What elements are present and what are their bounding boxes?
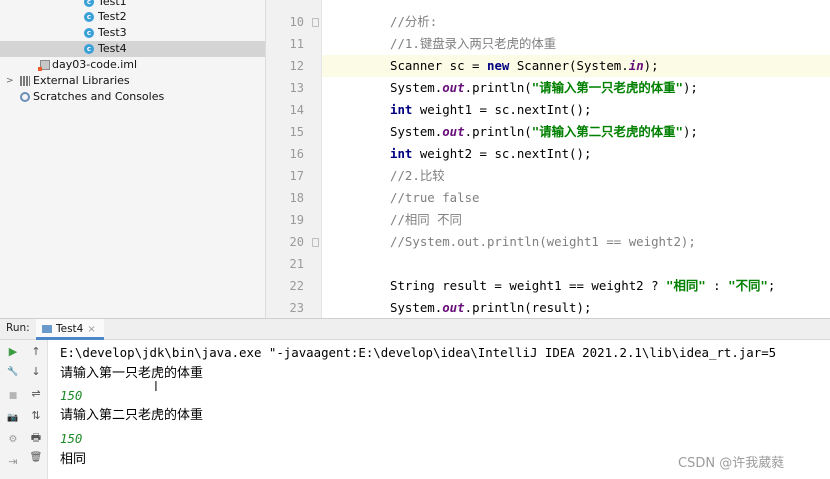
- module-file-icon: [38, 60, 50, 71]
- library-icon: [20, 76, 30, 86]
- run-toolbar: ▶ ↑ 🔧 ↓ ■ ⇌ 📷 ⇅ ⚙ 🖶 ⇥ 🗑: [0, 340, 48, 479]
- console-line-input-1: 150: [60, 388, 83, 403]
- console-line-input-2: 150: [60, 431, 83, 446]
- fold-marker-icon[interactable]: [312, 18, 319, 27]
- comment: //2.比较: [390, 168, 445, 183]
- code-text: String result = weight1 == weight2 ? "相同…: [390, 278, 776, 293]
- scratches-icon: [20, 92, 30, 102]
- comment: //1.键盘录入两只老虎的体重: [390, 36, 557, 51]
- code-line-19[interactable]: //相同 不同: [322, 209, 830, 231]
- tree-item-label: Scratches and Consoles: [33, 90, 165, 103]
- line-number: 20: [289, 235, 304, 249]
- line-number: 23: [289, 301, 304, 315]
- code-text: System.out.println(result);: [390, 300, 592, 315]
- line-number: 12: [289, 59, 304, 73]
- tree-item-iml[interactable]: day03-code.iml: [0, 57, 265, 73]
- comment: //true false: [390, 190, 480, 205]
- settings-icon[interactable]: ⚙: [5, 432, 21, 448]
- tree-item-label: Test4: [98, 42, 127, 55]
- wrench-icon[interactable]: 🔧: [5, 364, 21, 380]
- code-text: int weight1 = sc.nextInt();: [390, 102, 592, 117]
- tree-item-scratches[interactable]: Scratches and Consoles: [0, 89, 265, 105]
- line-number: 10: [289, 15, 304, 29]
- code-line-16[interactable]: int weight2 = sc.nextInt();: [322, 143, 830, 165]
- soft-wrap-icon[interactable]: ⇌: [28, 386, 44, 402]
- code-line-17[interactable]: //2.比较: [322, 165, 830, 187]
- console-line-command: E:\develop\jdk\bin\java.exe "-javaagent:…: [60, 345, 777, 360]
- line-number: 21: [289, 257, 304, 271]
- code-editor[interactable]: 10 11 12 13 14 15 16 17 18 19 20 21 22 2…: [266, 0, 830, 318]
- down-arrow-icon[interactable]: ↓: [28, 364, 44, 380]
- project-tree-panel: Test1 Test2 Test3 Test4 day03-code.iml >…: [0, 0, 266, 318]
- tree-item-label: Test3: [98, 26, 127, 39]
- code-line-15[interactable]: System.out.println("请输入第二只老虎的体重");: [322, 121, 830, 143]
- code-text: int weight2 = sc.nextInt();: [390, 146, 592, 161]
- comment: //相同 不同: [390, 212, 462, 227]
- java-class-icon: [84, 28, 94, 38]
- code-line-10[interactable]: //分析:: [322, 11, 830, 33]
- line-number: 13: [289, 81, 304, 95]
- run-config-icon: [42, 325, 52, 333]
- console-line-prompt-1: 请输入第一只老虎的体重: [60, 366, 204, 381]
- print-icon[interactable]: 🖶: [28, 430, 44, 446]
- camera-icon[interactable]: 📷: [5, 410, 21, 426]
- java-class-icon: [84, 12, 94, 22]
- line-number: 16: [289, 147, 304, 161]
- comment: //System.out.println(weight1 == weight2)…: [390, 234, 696, 249]
- tree-item-test4[interactable]: Test4: [0, 41, 265, 57]
- code-line-18[interactable]: //true false: [322, 187, 830, 209]
- line-number: 19: [289, 213, 304, 227]
- code-text: System.out.println("请输入第一只老虎的体重");: [390, 80, 698, 95]
- stop-icon[interactable]: ■: [5, 388, 21, 404]
- console-line-prompt-2: 请输入第二只老虎的体重: [60, 408, 204, 423]
- trash-icon[interactable]: 🗑: [28, 450, 44, 466]
- tree-item-label: day03-code.iml: [52, 58, 138, 71]
- tab-label: Test4: [56, 323, 84, 335]
- code-line-13[interactable]: System.out.println("请输入第一只老虎的体重");: [322, 77, 830, 99]
- up-arrow-icon[interactable]: ↑: [28, 344, 44, 360]
- line-number: 22: [289, 279, 304, 293]
- tree-item-label: Test2: [98, 10, 127, 23]
- java-class-icon: [84, 44, 94, 54]
- code-text: Scanner sc = new Scanner(System.in);: [390, 58, 659, 73]
- line-number: 18: [289, 191, 304, 205]
- tree-item-external-libraries[interactable]: > External Libraries: [0, 73, 265, 89]
- comment: //分析:: [390, 14, 438, 29]
- text-cursor-icon: I: [154, 380, 158, 395]
- editor-gutter: 10 11 12 13 14 15 16 17 18 19 20 21 22 2…: [266, 0, 322, 318]
- code-line-23[interactable]: System.out.println(result);: [322, 297, 830, 318]
- code-line-22[interactable]: String result = weight1 == weight2 ? "相同…: [322, 275, 830, 297]
- close-icon[interactable]: ×: [87, 324, 95, 335]
- code-text: System.out.println("请输入第二只老虎的体重");: [390, 124, 698, 139]
- tree-item-label: External Libraries: [33, 74, 130, 87]
- watermark: CSDN @许我葳蕤: [678, 456, 785, 471]
- line-number: 17: [289, 169, 304, 183]
- fold-marker-icon[interactable]: [312, 238, 319, 247]
- java-class-icon: [84, 0, 94, 7]
- tree-item-test2[interactable]: Test2: [0, 9, 265, 25]
- line-number: 15: [289, 125, 304, 139]
- console-line-result: 相同: [60, 452, 87, 467]
- run-panel-header: Run: Test4 ×: [0, 318, 830, 340]
- expand-arrow-icon[interactable]: >: [6, 73, 14, 89]
- code-line-14[interactable]: int weight1 = sc.nextInt();: [322, 99, 830, 121]
- exit-icon[interactable]: ⇥: [5, 454, 21, 470]
- tab-test4[interactable]: Test4 ×: [36, 319, 104, 340]
- sort-icon[interactable]: ⇅: [28, 408, 44, 424]
- rerun-icon[interactable]: ▶: [5, 344, 21, 360]
- line-number: 14: [289, 103, 304, 117]
- line-number: 11: [289, 37, 304, 51]
- run-label: Run:: [6, 322, 30, 334]
- code-line-20[interactable]: //System.out.println(weight1 == weight2)…: [322, 231, 830, 253]
- code-line-12-current[interactable]: Scanner sc = new Scanner(System.in);: [322, 55, 830, 77]
- code-line-11[interactable]: //1.键盘录入两只老虎的体重: [322, 33, 830, 55]
- code-line-21[interactable]: [322, 253, 830, 275]
- tree-item-test3[interactable]: Test3: [0, 25, 265, 41]
